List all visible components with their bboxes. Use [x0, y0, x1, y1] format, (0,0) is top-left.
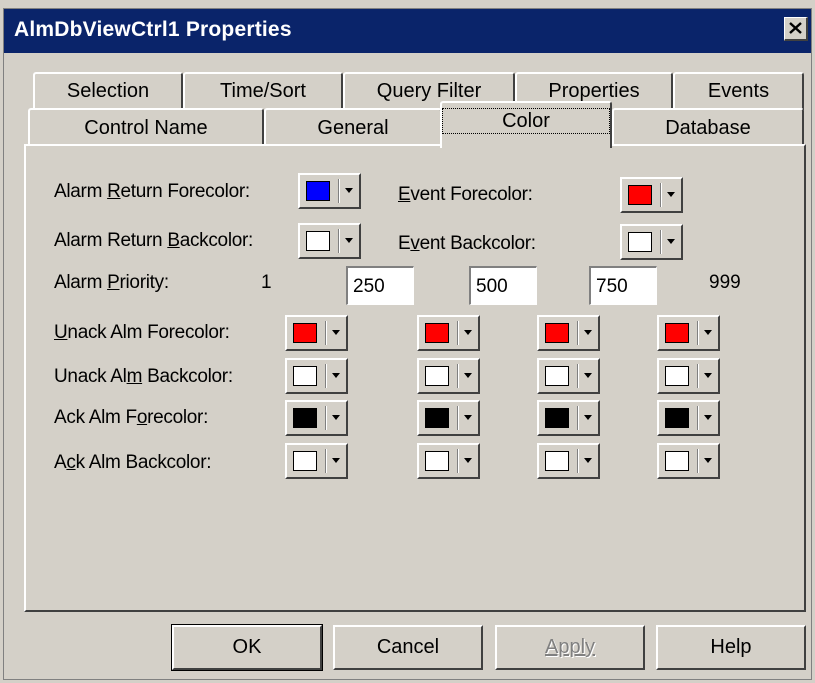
close-button[interactable] [784, 17, 808, 41]
tab-events[interactable]: Events [673, 72, 804, 110]
cancel-button[interactable]: Cancel [333, 625, 483, 670]
tab-label: Query Filter [376, 80, 482, 102]
ok-button[interactable]: OK [171, 624, 323, 671]
title-bar: AlmDbViewCtrl1 Properties [4, 9, 811, 53]
help-button[interactable]: Help [656, 625, 806, 670]
tab-selection[interactable]: Selection [33, 72, 183, 110]
tab-color[interactable]: Color [440, 101, 612, 148]
tab-label: Color [442, 108, 610, 134]
tab-database[interactable]: Database [612, 108, 804, 146]
tab-general[interactable]: General [264, 108, 442, 146]
tab-label: Selection [66, 80, 150, 102]
tab-label: Control Name [84, 117, 208, 139]
tab-label: Time/Sort [220, 80, 306, 102]
tab-label: General [317, 117, 389, 139]
tab-control-name[interactable]: Control Name [28, 108, 264, 146]
tab-label: Properties [548, 80, 640, 102]
tab-label: Events [707, 80, 770, 102]
close-icon [789, 22, 802, 34]
color-tab-panel [24, 144, 806, 612]
apply-button[interactable]: Apply [495, 625, 645, 670]
tab-label: Database [665, 117, 751, 139]
window-title: AlmDbViewCtrl1 Properties [14, 18, 292, 41]
tab-time-sort[interactable]: Time/Sort [183, 72, 343, 110]
